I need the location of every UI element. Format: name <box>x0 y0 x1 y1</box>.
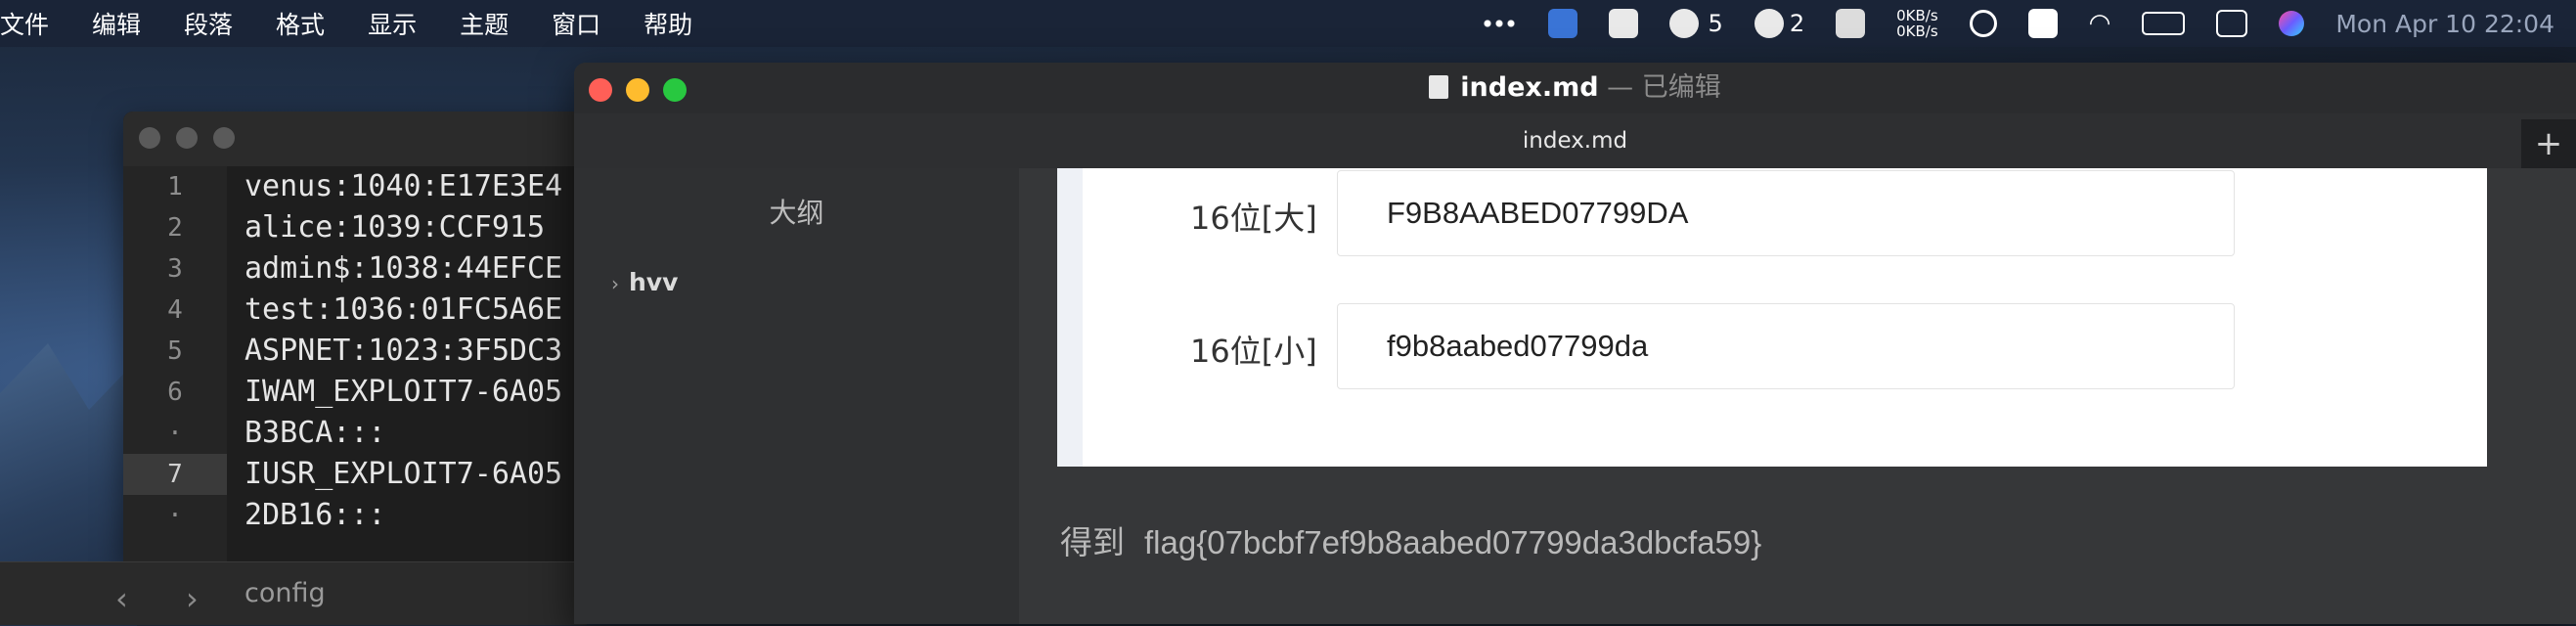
line-number: 1 <box>167 172 183 201</box>
status-tray: 5 2 0KB/s 0KB/s ◠ Mon Apr 10 22:04 <box>1450 0 2576 47</box>
folder-name[interactable]: config <box>244 578 326 608</box>
play-icon[interactable] <box>1969 10 1997 37</box>
hash-value-upper: F9B8AABED07799DA <box>1387 196 1689 230</box>
menu-file[interactable]: 文件 <box>0 6 49 41</box>
menu-window[interactable]: 窗口 <box>552 6 600 41</box>
outline-item-label: hvv <box>629 268 679 296</box>
close-icon[interactable] <box>139 127 160 149</box>
back-button[interactable]: ‹ <box>115 580 128 617</box>
zoom-icon[interactable] <box>213 127 235 149</box>
outline-item-hvv[interactable]: › hvv <box>611 268 678 296</box>
menu-theme[interactable]: 主题 <box>460 6 509 41</box>
tab-bar: index.md <box>574 113 2576 169</box>
code-line[interactable]: admin$:1038:44EFCE <box>244 248 562 290</box>
line-number: 2 <box>167 213 183 243</box>
result-prefix: 得到 <box>1060 523 1125 561</box>
hash-label-upper: 16位[大] <box>1190 200 1317 237</box>
battery-icon[interactable] <box>2142 12 2186 35</box>
menu-format[interactable]: 格式 <box>276 6 325 41</box>
code-window-titlebar <box>123 112 583 166</box>
net-up: 0KB/s <box>1896 7 1938 24</box>
chevron-right-icon[interactable]: › <box>611 272 619 295</box>
qq-status[interactable]: 2 <box>1754 9 1804 38</box>
cat-icon[interactable] <box>1836 9 1866 38</box>
line-number: 5 <box>167 336 183 366</box>
code-editor-window: 1 2 3 4 5 6 · 7 · venus:1040:E17E3E4 ali… <box>123 112 583 561</box>
sogou-icon[interactable] <box>2027 9 2058 38</box>
hash-value-lower: f9b8aabed07799da <box>1387 329 1649 363</box>
title-status: 已编辑 <box>1641 72 1721 103</box>
panel-edge <box>1057 168 1083 467</box>
result-paragraph[interactable]: 得到 flag{07bcbf7ef9b8aabed07799da3dbcfa59} <box>1060 516 1761 563</box>
screen-share-icon[interactable] <box>1547 9 1577 38</box>
wifi-icon[interactable]: ◠ <box>2089 9 2111 38</box>
code-lines[interactable]: venus:1040:E17E3E4 alice:1039:CCF915 adm… <box>244 166 562 536</box>
menu-help[interactable]: 帮助 <box>644 6 692 41</box>
menubar: 文件 编辑 段落 格式 显示 主题 窗口 帮助 5 2 0KB/s 0KB/s … <box>0 0 2576 47</box>
menu-edit[interactable]: 编辑 <box>92 6 141 41</box>
code-line[interactable]: B3BCA::: <box>244 413 562 454</box>
wechat-status[interactable]: 5 <box>1668 9 1723 38</box>
title-separator: — <box>1598 72 1642 103</box>
wechat-count: 5 <box>1708 10 1723 37</box>
typora-window: index.md — 已编辑 index.md + 大纲 › hvv 16位[大]… <box>574 63 2576 624</box>
forward-button[interactable]: › <box>186 580 199 617</box>
line-number: 4 <box>167 295 183 325</box>
minimize-icon[interactable] <box>176 127 198 149</box>
line-number: · <box>167 419 183 448</box>
control-center-icon[interactable] <box>2216 10 2248 37</box>
siri-icon[interactable] <box>2279 11 2305 36</box>
line-number: · <box>167 501 183 530</box>
code-line[interactable]: test:1036:01FC5A6E <box>244 290 562 331</box>
line-number: 3 <box>167 254 183 284</box>
line-number-active: 7 <box>123 454 227 495</box>
hash-field-upper[interactable]: F9B8AABED07799DA <box>1337 170 2235 256</box>
qq-icon <box>1754 9 1784 38</box>
network-speed[interactable]: 0KB/s 0KB/s <box>1896 8 1938 39</box>
embedded-hash-panel: 16位[大] F9B8AABED07799DA 16位[小] f9b8aabed… <box>1057 168 2487 467</box>
wechat-icon <box>1668 9 1699 38</box>
download-icon[interactable] <box>1608 9 1638 38</box>
window-title: index.md — 已编辑 <box>574 63 2576 113</box>
menu-paragraph[interactable]: 段落 <box>184 6 233 41</box>
code-line[interactable]: 2DB16::: <box>244 495 562 536</box>
code-line[interactable]: ASPNET:1023:3F5DC3 <box>244 331 562 372</box>
new-tab-button[interactable]: + <box>2521 119 2576 168</box>
outline-title: 大纲 <box>769 197 824 229</box>
line-number: 6 <box>167 378 183 407</box>
outline-sidebar: 大纲 › hvv <box>574 168 1019 624</box>
code-line[interactable]: IWAM_EXPLOIT7-6A05 <box>244 372 562 413</box>
code-line[interactable]: alice:1039:CCF915 <box>244 207 562 248</box>
more-icon[interactable] <box>1481 20 1517 27</box>
menu-list: 文件 编辑 段落 格式 显示 主题 窗口 帮助 <box>0 0 735 47</box>
title-filename: index.md <box>1460 72 1599 103</box>
code-line[interactable]: venus:1040:E17E3E4 <box>244 166 562 207</box>
markdown-file-icon <box>1429 75 1449 99</box>
qq-count: 2 <box>1789 10 1805 37</box>
line-gutter: 1 2 3 4 5 6 · 7 · <box>123 166 227 561</box>
hash-label-lower: 16位[小] <box>1190 333 1317 370</box>
menu-view[interactable]: 显示 <box>368 6 417 41</box>
hash-field-lower[interactable]: f9b8aabed07799da <box>1337 303 2235 389</box>
editor-content[interactable]: 16位[大] F9B8AABED07799DA 16位[小] f9b8aabed… <box>1019 168 2576 624</box>
net-down: 0KB/s <box>1896 22 1938 40</box>
tab-index-md[interactable]: index.md <box>574 113 2576 168</box>
typora-titlebar: index.md — 已编辑 <box>574 63 2576 113</box>
code-line[interactable]: IUSR_EXPLOIT7-6A05 <box>244 454 562 495</box>
finder-bottom-bar: ‹ › config <box>0 561 587 625</box>
clock[interactable]: Mon Apr 10 22:04 <box>2335 10 2554 38</box>
flag-text: flag{07bcbf7ef9b8aabed07799da3dbcfa59} <box>1144 524 1762 560</box>
